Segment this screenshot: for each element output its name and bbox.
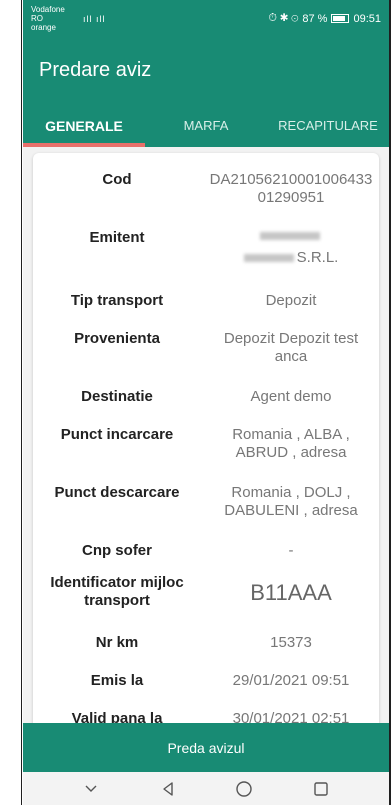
field-label: Emitent [89,229,145,246]
carrier-line2: orange [31,23,56,32]
field-value: DA2105621000100643301290951 [209,171,373,206]
field-value-redacted: S.R.L. [207,227,375,267]
details-scroll-area[interactable]: Cod DA2105621000100643301290951 Emitent … [23,147,389,723]
field-row-provenienta: Provenienta Depozit Depozit test anca [33,327,379,373]
field-value: 29/01/2021 09:51 [232,672,350,689]
preda-avizul-button[interactable]: Preda avizul [23,723,389,772]
field-label: Destinatie [81,388,153,405]
app-toolbar: Predare aviz [23,37,389,104]
app-window: Vodafone RO orange ıll ıll ⏱ ✱ ⊙ 87 % 09… [23,0,389,805]
tab-marfa-label: MARFA [183,118,229,133]
redacted-text [243,254,294,263]
field-row-destinatie: Destinatie Agent demo [33,385,379,409]
status-right: ⏱ ✱ ⊙ 87 % 09:51 [268,12,381,25]
carrier-line1: Vodafone RO [31,5,65,23]
field-label: Punct incarcare [60,426,174,443]
field-value: Depozit Depozit test anca [223,330,359,365]
battery-percent: 87 % [302,12,328,25]
field-label: Tip transport [70,292,164,309]
field-row-nr-km: Nr km 15373 [33,631,379,655]
carrier-label: Vodafone RO orange [31,5,79,32]
left-border [0,0,22,805]
field-value: B11AAA [250,580,332,605]
clock: 09:51 [353,12,381,25]
field-value: Romania , DOLJ , DABULENI , adresa [224,484,358,519]
tab-bar: GENERALE MARFA RECAPITULARE [23,104,389,147]
signal-icon: ıll ıll [83,13,106,24]
field-row-cnp-sofer: Cnp sofer - [33,539,379,563]
field-label: Valid pana la [71,710,163,723]
field-row-emitent: Emitent S.R.L. [33,225,379,271]
field-value: 30/01/2021 02:51 [232,710,350,723]
field-value: Agent demo [250,388,332,405]
tab-generale-label: GENERALE [45,117,123,134]
screen-frame: Vodafone RO orange ıll ıll ⏱ ✱ ⊙ 87 % 09… [0,0,391,805]
preda-avizul-label: Preda avizul [167,739,245,756]
emitent-suffix: S.R.L. [296,249,339,266]
field-label: Cod [102,171,132,188]
field-row-tip-transport: Tip transport Depozit [33,289,379,313]
field-row-punct-incarcare: Punct incarcare Romania , ALBA , ABRUD ,… [33,423,379,469]
recents-icon[interactable] [306,777,336,801]
page-title: Predare aviz [39,59,152,81]
status-icons: ⏱ ✱ ⊙ [268,12,299,24]
tab-recapitulare[interactable]: RECAPITULARE [267,104,389,147]
field-label: Punct descarcare [54,484,180,501]
field-row-valid-pana-la: Valid pana la 30/01/2021 02:51 [33,707,379,723]
redacted-text [259,232,320,241]
tab-generale[interactable]: GENERALE [23,104,145,147]
field-value: - [288,542,294,559]
field-value: Romania , ALBA , ABRUD , adresa [232,426,350,461]
back-icon[interactable] [153,777,183,801]
details-card: Cod DA2105621000100643301290951 Emitent … [33,153,379,723]
tab-recapitulare-label: RECAPITULARE [278,118,378,133]
field-row-emis-la: Emis la 29/01/2021 09:51 [33,669,379,693]
home-icon[interactable] [229,777,259,801]
tab-marfa[interactable]: MARFA [145,104,267,147]
field-label: Nr km [95,634,139,651]
field-value: Depozit [265,292,317,309]
system-nav-bar [23,772,389,805]
field-value: 15373 [270,634,312,651]
field-label: Cnp sofer [81,542,152,559]
status-bar: Vodafone RO orange ıll ıll ⏱ ✱ ⊙ 87 % 09… [23,0,389,37]
field-row-identificator: Identificator mijloc transport B11AAA [33,571,379,617]
battery-icon [331,14,350,23]
field-row-punct-descarcare: Punct descarcare Romania , DOLJ , DABULE… [33,481,379,527]
field-label: Provenienta [74,330,160,347]
field-label: Emis la [90,672,144,689]
field-row-cod: Cod DA2105621000100643301290951 [33,167,379,213]
field-label: Identificator mijloc transport [50,574,184,609]
chevron-down-icon[interactable] [76,777,106,801]
